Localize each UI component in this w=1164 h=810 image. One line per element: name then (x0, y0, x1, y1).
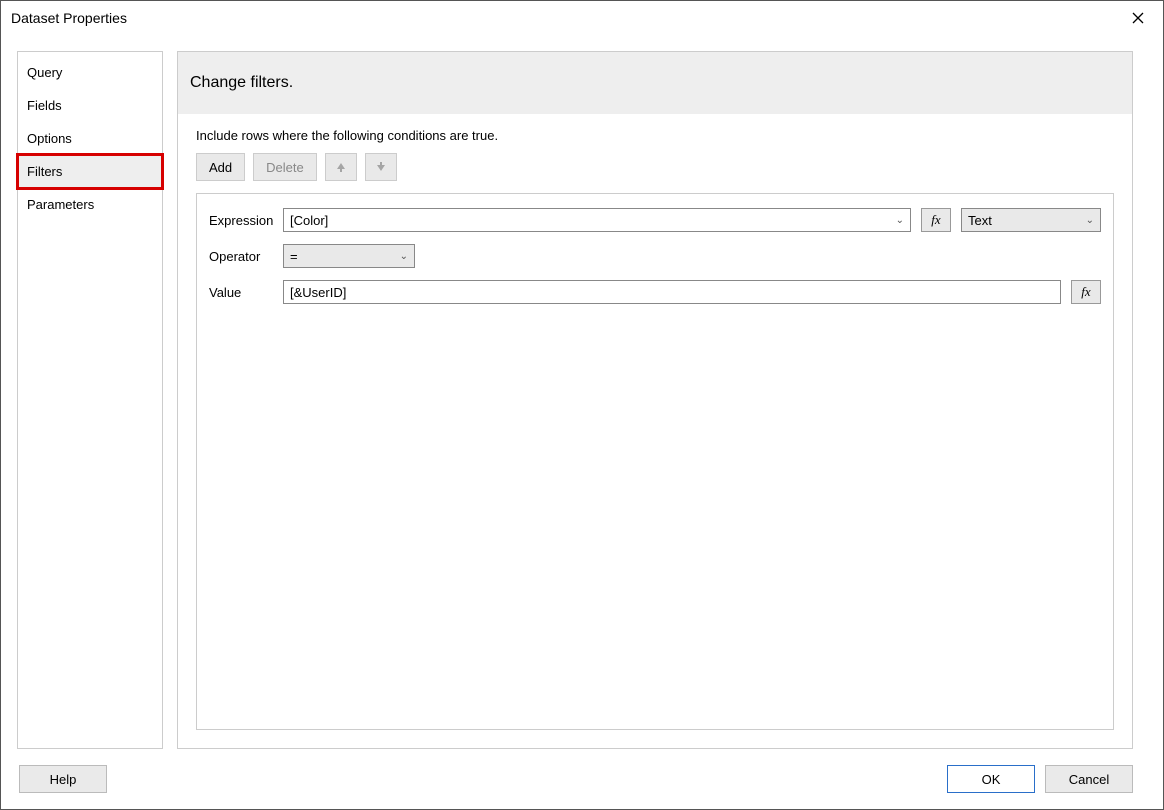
arrow-up-icon (335, 161, 347, 173)
expression-fx-button[interactable]: fx (921, 208, 951, 232)
value-row: Value [&UserID] fx (209, 280, 1101, 304)
sidebar-item-label: Options (27, 131, 72, 146)
sidebar-item-label: Parameters (27, 197, 94, 212)
help-button[interactable]: Help (19, 765, 107, 793)
sidebar-item-label: Filters (27, 164, 62, 179)
filter-toolbar: Add Delete (196, 153, 1114, 181)
titlebar: Dataset Properties (1, 1, 1163, 35)
operator-dropdown[interactable]: = ⌄ (283, 244, 415, 268)
value-input[interactable]: [&UserID] (283, 280, 1061, 304)
add-button[interactable]: Add (196, 153, 245, 181)
add-button-label: Add (209, 160, 232, 175)
delete-button[interactable]: Delete (253, 153, 317, 181)
footer-right: OK Cancel (947, 765, 1133, 793)
expression-row: Expression [Color] ⌄ fx Text ⌄ (209, 208, 1101, 232)
sidebar-item-filters[interactable]: Filters (18, 155, 162, 188)
chevron-down-icon: ⌄ (896, 215, 904, 226)
expression-value: [Color] (290, 213, 328, 228)
type-value: Text (968, 213, 992, 228)
ok-button[interactable]: OK (947, 765, 1035, 793)
chevron-down-icon: ⌄ (1086, 215, 1094, 226)
sidebar-item-options[interactable]: Options (18, 122, 162, 155)
sidebar: Query Fields Options Filters Parameters (17, 51, 163, 749)
sidebar-item-parameters[interactable]: Parameters (18, 188, 162, 221)
sidebar-item-fields[interactable]: Fields (18, 89, 162, 122)
cancel-button[interactable]: Cancel (1045, 765, 1133, 793)
arrow-down-icon (375, 161, 387, 173)
dataset-properties-dialog: Dataset Properties Query Fields Options … (0, 0, 1164, 810)
dialog-body: Query Fields Options Filters Parameters … (1, 35, 1163, 757)
fx-label: fx (931, 212, 940, 228)
move-up-button[interactable] (325, 153, 357, 181)
value-label: Value (209, 285, 273, 300)
fx-label: fx (1081, 284, 1090, 300)
main-panel: Change filters. Include rows where the f… (177, 51, 1133, 749)
sidebar-item-query[interactable]: Query (18, 56, 162, 89)
expression-dropdown[interactable]: [Color] ⌄ (283, 208, 911, 232)
filter-panel: Expression [Color] ⌄ fx Text ⌄ Operator (196, 193, 1114, 730)
close-button[interactable] (1123, 3, 1153, 33)
expression-label: Expression (209, 213, 273, 228)
value-text: [&UserID] (290, 285, 346, 300)
value-fx-button[interactable]: fx (1071, 280, 1101, 304)
operator-value: = (290, 249, 298, 264)
delete-button-label: Delete (266, 160, 304, 175)
dialog-footer: Help OK Cancel (1, 757, 1163, 809)
close-icon (1132, 12, 1144, 24)
type-dropdown[interactable]: Text ⌄ (961, 208, 1101, 232)
move-down-button[interactable] (365, 153, 397, 181)
panel-heading: Change filters. (178, 52, 1132, 114)
sidebar-item-label: Query (27, 65, 62, 80)
window-title: Dataset Properties (11, 10, 127, 26)
operator-label: Operator (209, 249, 273, 264)
panel-body: Include rows where the following conditi… (178, 114, 1132, 748)
sidebar-item-label: Fields (27, 98, 62, 113)
operator-row: Operator = ⌄ (209, 244, 1101, 268)
instruction-text: Include rows where the following conditi… (196, 128, 1114, 143)
chevron-down-icon: ⌄ (400, 251, 408, 262)
